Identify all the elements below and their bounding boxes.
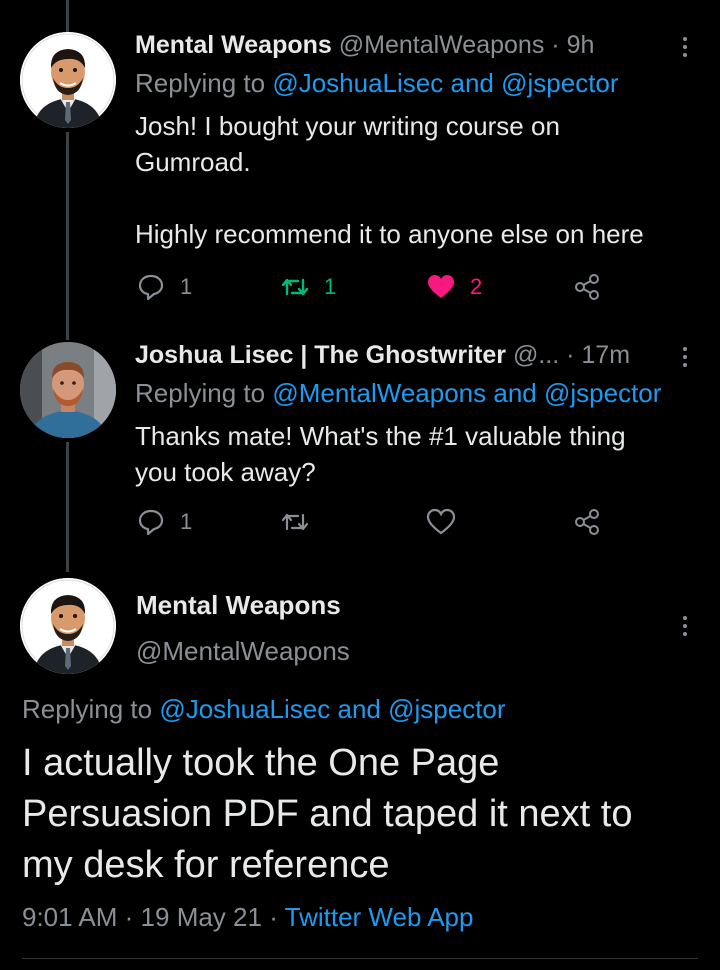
more-icon[interactable] <box>681 347 689 367</box>
reply-icon <box>138 509 164 536</box>
tweet-time[interactable]: 17m <box>581 341 630 369</box>
share-button[interactable] <box>572 507 602 537</box>
tweet-text-line: Highly recommend it to anyone else on he… <box>135 219 644 249</box>
retweet-count: 1 <box>324 274 337 299</box>
like-button[interactable]: 2 <box>426 272 482 302</box>
reply-count: 1 <box>180 274 193 299</box>
reply-button[interactable]: 1 <box>136 272 192 302</box>
tweet-text-line: Thanks mate! What's the #1 valuable thin… <box>135 421 626 451</box>
author-handle[interactable]: @... <box>513 341 559 369</box>
like-icon <box>426 508 456 535</box>
author-handle[interactable]: @MentalWeapons <box>339 31 545 59</box>
tweet-1-actions: 1 1 2 <box>0 272 720 306</box>
tweet-2-text: Thanks mate! What's the #1 valuable thin… <box>135 418 695 490</box>
thread-line-top <box>66 0 69 32</box>
tweet-2-header: Joshua Lisec | The Ghostwriter @... · 17… <box>135 341 630 370</box>
main-author-name[interactable]: Mental Weapons <box>136 590 341 621</box>
reply-button[interactable]: 1 <box>136 507 192 537</box>
reply-mention-2[interactable]: @jspector <box>388 694 505 724</box>
avatar-illustration <box>20 578 116 674</box>
tweet-text-line: my desk for reference <box>22 844 390 886</box>
dot-separator: · <box>269 902 278 932</box>
divider <box>22 958 698 959</box>
like-button[interactable] <box>426 507 456 537</box>
like-count: 2 <box>470 274 483 299</box>
reply-mention-2[interactable]: @jspector <box>501 68 618 98</box>
replying-prefix: Replying to <box>22 694 153 724</box>
replying-prefix: Replying to <box>135 378 266 408</box>
avatar-mental-weapons[interactable] <box>20 32 116 128</box>
reply-count: 1 <box>180 509 193 534</box>
tweet-2-actions: 1 <box>0 507 720 541</box>
reply-and: and <box>493 378 537 408</box>
tweet-date: 19 May 21 <box>140 902 262 932</box>
share-icon <box>575 274 599 300</box>
tweet-text-line: Gumroad. <box>135 147 251 177</box>
reply-icon <box>138 274 164 301</box>
avatar-photo <box>20 342 116 438</box>
reply-and: and <box>337 694 381 724</box>
avatar-illustration <box>20 32 116 128</box>
main-tweet-meta: 9:01 AM · 19 May 21 · Twitter Web App <box>22 902 473 933</box>
like-icon <box>428 275 454 298</box>
tweet-text-line: you took away? <box>135 457 316 487</box>
avatar-mental-weapons-main[interactable] <box>20 578 116 674</box>
replying-to: Replying to @JoshuaLisec and @jspector <box>135 68 619 99</box>
retweet-icon <box>281 278 309 296</box>
main-replying-to: Replying to @JoshuaLisec and @jspector <box>22 694 506 725</box>
more-icon[interactable] <box>681 37 689 57</box>
tweet-time[interactable]: 9h <box>567 31 595 59</box>
reply-mention-1[interactable]: @JoshuaLisec <box>159 694 330 724</box>
retweet-icon <box>281 513 309 531</box>
share-icon <box>575 509 599 535</box>
retweet-button[interactable] <box>280 507 310 537</box>
main-tweet-text: I actually took the One Page Persuasion … <box>22 738 702 891</box>
share-button[interactable] <box>572 272 602 302</box>
retweet-button[interactable]: 1 <box>280 272 336 302</box>
reply-mention-1[interactable]: @MentalWeapons <box>272 378 486 408</box>
tweet-1-header: Mental Weapons @MentalWeapons · 9h <box>135 31 594 60</box>
tweet-source[interactable]: Twitter Web App <box>285 902 474 932</box>
tweet-text-line: I actually took the One Page <box>22 742 500 784</box>
dot-separator: · <box>124 902 134 932</box>
tweet-timestamp: 9:01 AM <box>22 902 118 932</box>
main-author-handle[interactable]: @MentalWeapons <box>136 636 350 667</box>
avatar-joshua-lisec[interactable] <box>20 342 116 438</box>
replying-to: Replying to @MentalWeapons and @jspector <box>135 378 661 409</box>
author-name[interactable]: Mental Weapons <box>135 31 332 59</box>
dot-separator: · <box>551 31 560 59</box>
reply-and: and <box>450 68 494 98</box>
author-name[interactable]: Joshua Lisec | The Ghostwriter <box>135 341 506 369</box>
tweet-text-line: Josh! I bought your writing course on <box>135 111 560 141</box>
dot-separator: · <box>566 341 575 369</box>
more-icon[interactable] <box>681 616 689 636</box>
tweet-1-text: Josh! I bought your writing course on Gu… <box>135 108 695 252</box>
reply-mention-2[interactable]: @jspector <box>544 378 661 408</box>
reply-mention-1[interactable]: @JoshuaLisec <box>272 68 443 98</box>
replying-prefix: Replying to <box>135 68 266 98</box>
thread-line-1 <box>66 132 69 340</box>
tweet-text-line: Persuasion PDF and taped it next to <box>22 793 633 835</box>
